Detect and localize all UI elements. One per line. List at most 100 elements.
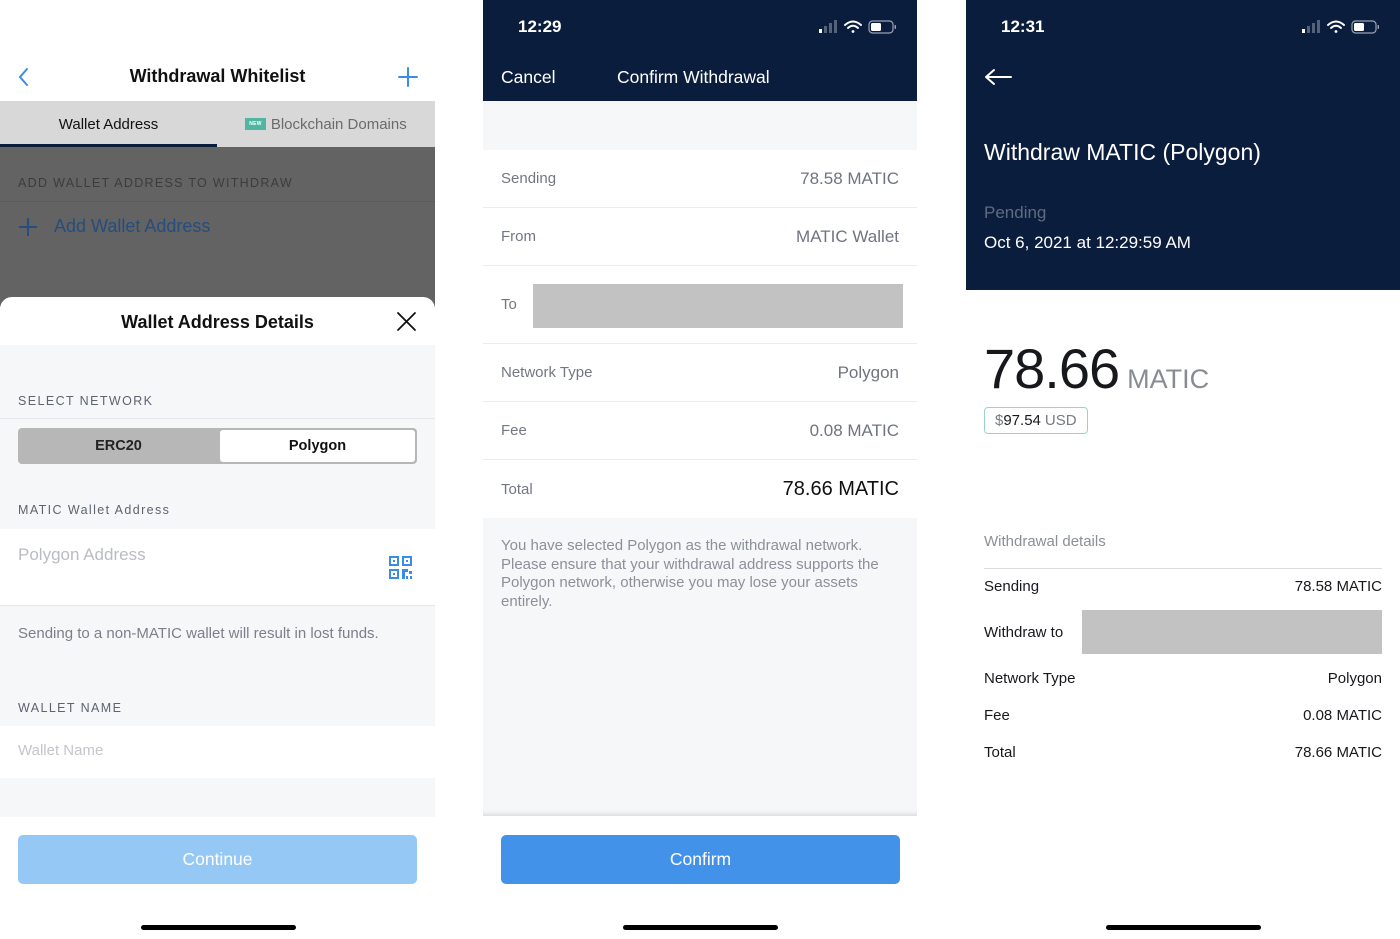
polygon-address-input[interactable] <box>18 545 358 565</box>
row-value: Polygon <box>837 362 899 382</box>
network-option-polygon[interactable]: Polygon <box>220 430 415 462</box>
row-label: Fee <box>501 422 527 439</box>
wallet-name-field-container <box>0 726 435 778</box>
add-wallet-address-button[interactable]: Add Wallet Address <box>18 216 210 237</box>
status-bar-time: 12:31 <box>1001 17 1045 36</box>
section-label: ADD WALLET ADDRESS TO WITHDRAW <box>18 176 293 190</box>
redacted-address <box>533 284 903 328</box>
amount-unit: MATIC <box>1127 364 1210 394</box>
wifi-icon <box>844 20 862 33</box>
status-bar-time: 12:29 <box>518 17 562 36</box>
row-label: Network Type <box>984 670 1076 687</box>
currency-symbol: $ <box>995 412 1004 429</box>
tab-blockchain-domains[interactable]: NEW Blockchain Domains <box>217 101 435 147</box>
divider <box>984 568 1382 569</box>
row-value: 78.58 MATIC <box>800 168 899 188</box>
amount-display: 78.66 MATIC <box>984 336 1209 401</box>
tab-label: Blockchain Domains <box>270 115 407 133</box>
amount-value: 78.66 <box>984 337 1120 400</box>
cancel-button[interactable]: Cancel <box>501 67 555 88</box>
network-warning-text: Sending to a non-MATIC wallet will resul… <box>18 625 379 642</box>
detail-row-fee: Fee 0.08 MATIC <box>984 707 1382 724</box>
wallet-name-label: WALLET NAME <box>18 701 123 715</box>
status-text: Pending <box>984 203 1047 222</box>
tab-label: Wallet Address <box>58 115 159 133</box>
add-wallet-address-label: Add Wallet Address <box>54 216 211 236</box>
network-note-text: You have selected Polygon as the withdra… <box>501 537 879 610</box>
row-value: MATIC Wallet <box>796 226 899 246</box>
row-label: To <box>501 296 517 313</box>
divider <box>0 201 435 202</box>
arrow-left-icon[interactable] <box>984 68 1012 86</box>
sheet-body: SELECT NETWORK ERC20 Polygon MATIC Walle… <box>0 345 435 817</box>
dimmed-background-content: ADD WALLET ADDRESS TO WITHDRAW Add Walle… <box>0 147 435 307</box>
usd-value-badge: $ 97.54 USD <box>984 407 1088 434</box>
row-label: Sending <box>984 578 1040 595</box>
signal-icon <box>819 20 837 33</box>
timestamp: Oct 6, 2021 at 12:29:59 AM <box>984 233 1191 252</box>
battery-icon <box>1351 20 1379 34</box>
nav-bar: Withdrawal Whitelist <box>0 52 435 102</box>
row-label: Total <box>984 744 1016 761</box>
select-network-label: SELECT NETWORK <box>18 394 154 408</box>
currency-code: USD <box>1044 412 1077 429</box>
usd-value: 97.54 <box>1003 412 1041 429</box>
row-value: 0.08 MATIC <box>809 420 899 440</box>
plus-icon <box>19 217 37 236</box>
status-bar-icons <box>819 20 896 34</box>
home-indicator <box>1106 925 1261 930</box>
network-segmented-control: ERC20 Polygon <box>18 428 417 464</box>
home-indicator <box>623 925 778 930</box>
withdrawal-details-heading: Withdrawal details <box>984 533 1106 550</box>
divider <box>0 418 435 419</box>
status-bar-icons <box>1302 20 1379 34</box>
summary-row-total: Total 78.66 MATIC <box>483 460 917 518</box>
summary-row-to: To <box>483 266 917 344</box>
page-title: Confirm Withdrawal <box>617 67 770 87</box>
wallet-address-details-sheet: Wallet Address Details SELECT NETWORK ER… <box>0 297 435 939</box>
signal-icon <box>1302 20 1320 33</box>
qr-code-scan-icon[interactable] <box>389 556 412 579</box>
spacer <box>483 101 917 150</box>
header: 12:31 Withdraw MATIC (Polygon) Pending O… <box>966 0 1400 290</box>
detail-row-network-type: Network Type Polygon <box>984 670 1382 687</box>
summary-row-from: From MATIC Wallet <box>483 208 917 266</box>
withdrawal-status-screen: 12:31 Withdraw MATIC (Polygon) Pending O… <box>966 0 1400 939</box>
plus-icon[interactable] <box>397 66 419 88</box>
row-value: 78.66 MATIC <box>782 477 899 500</box>
detail-row-total: Total 78.66 MATIC <box>984 744 1382 761</box>
withdrawal-summary-list: Sending 78.58 MATIC From MATIC Wallet To… <box>483 150 917 518</box>
row-label: Network Type <box>501 364 593 381</box>
tab-bar: Wallet Address NEW Blockchain Domains <box>0 101 435 147</box>
network-option-erc20[interactable]: ERC20 <box>20 430 217 462</box>
confirm-button[interactable]: Confirm <box>501 835 900 884</box>
continue-button[interactable]: Continue <box>18 835 417 884</box>
redacted-address <box>1082 610 1382 654</box>
battery-icon <box>868 20 896 34</box>
page-title: Withdrawal Whitelist <box>129 66 306 86</box>
row-label: Total <box>501 480 533 498</box>
row-value: 0.08 MATIC <box>1303 707 1382 724</box>
row-value: 78.66 MATIC <box>1294 744 1382 761</box>
detail-row-sending: Sending 78.58 MATIC <box>984 578 1382 595</box>
summary-row-network-type: Network Type Polygon <box>483 344 917 402</box>
row-value: Polygon <box>1327 670 1382 687</box>
close-icon[interactable] <box>396 311 417 332</box>
confirm-withdrawal-screen: 12:29 Cancel Confirm Withdrawal Sending … <box>483 0 917 939</box>
row-label: From <box>501 228 536 245</box>
row-label: Withdraw to <box>984 624 1064 641</box>
address-field-container <box>0 529 435 605</box>
withdrawal-whitelist-screen: Withdrawal Whitelist Wallet Address NEW … <box>0 0 435 939</box>
row-value: 78.58 MATIC <box>1294 578 1382 595</box>
wallet-name-input[interactable] <box>18 742 398 759</box>
row-label: Fee <box>984 707 1010 724</box>
row-label: Sending <box>501 170 557 187</box>
matic-wallet-address-label: MATIC Wallet Address <box>18 503 171 517</box>
tab-wallet-address[interactable]: Wallet Address <box>0 101 217 147</box>
new-badge: NEW <box>245 118 266 130</box>
header: 12:29 Cancel Confirm Withdrawal <box>483 0 917 101</box>
page-title: Withdraw MATIC (Polygon) <box>984 139 1261 165</box>
network-note-area: You have selected Polygon as the withdra… <box>483 518 917 816</box>
wifi-icon <box>1327 20 1345 33</box>
summary-row-fee: Fee 0.08 MATIC <box>483 402 917 460</box>
